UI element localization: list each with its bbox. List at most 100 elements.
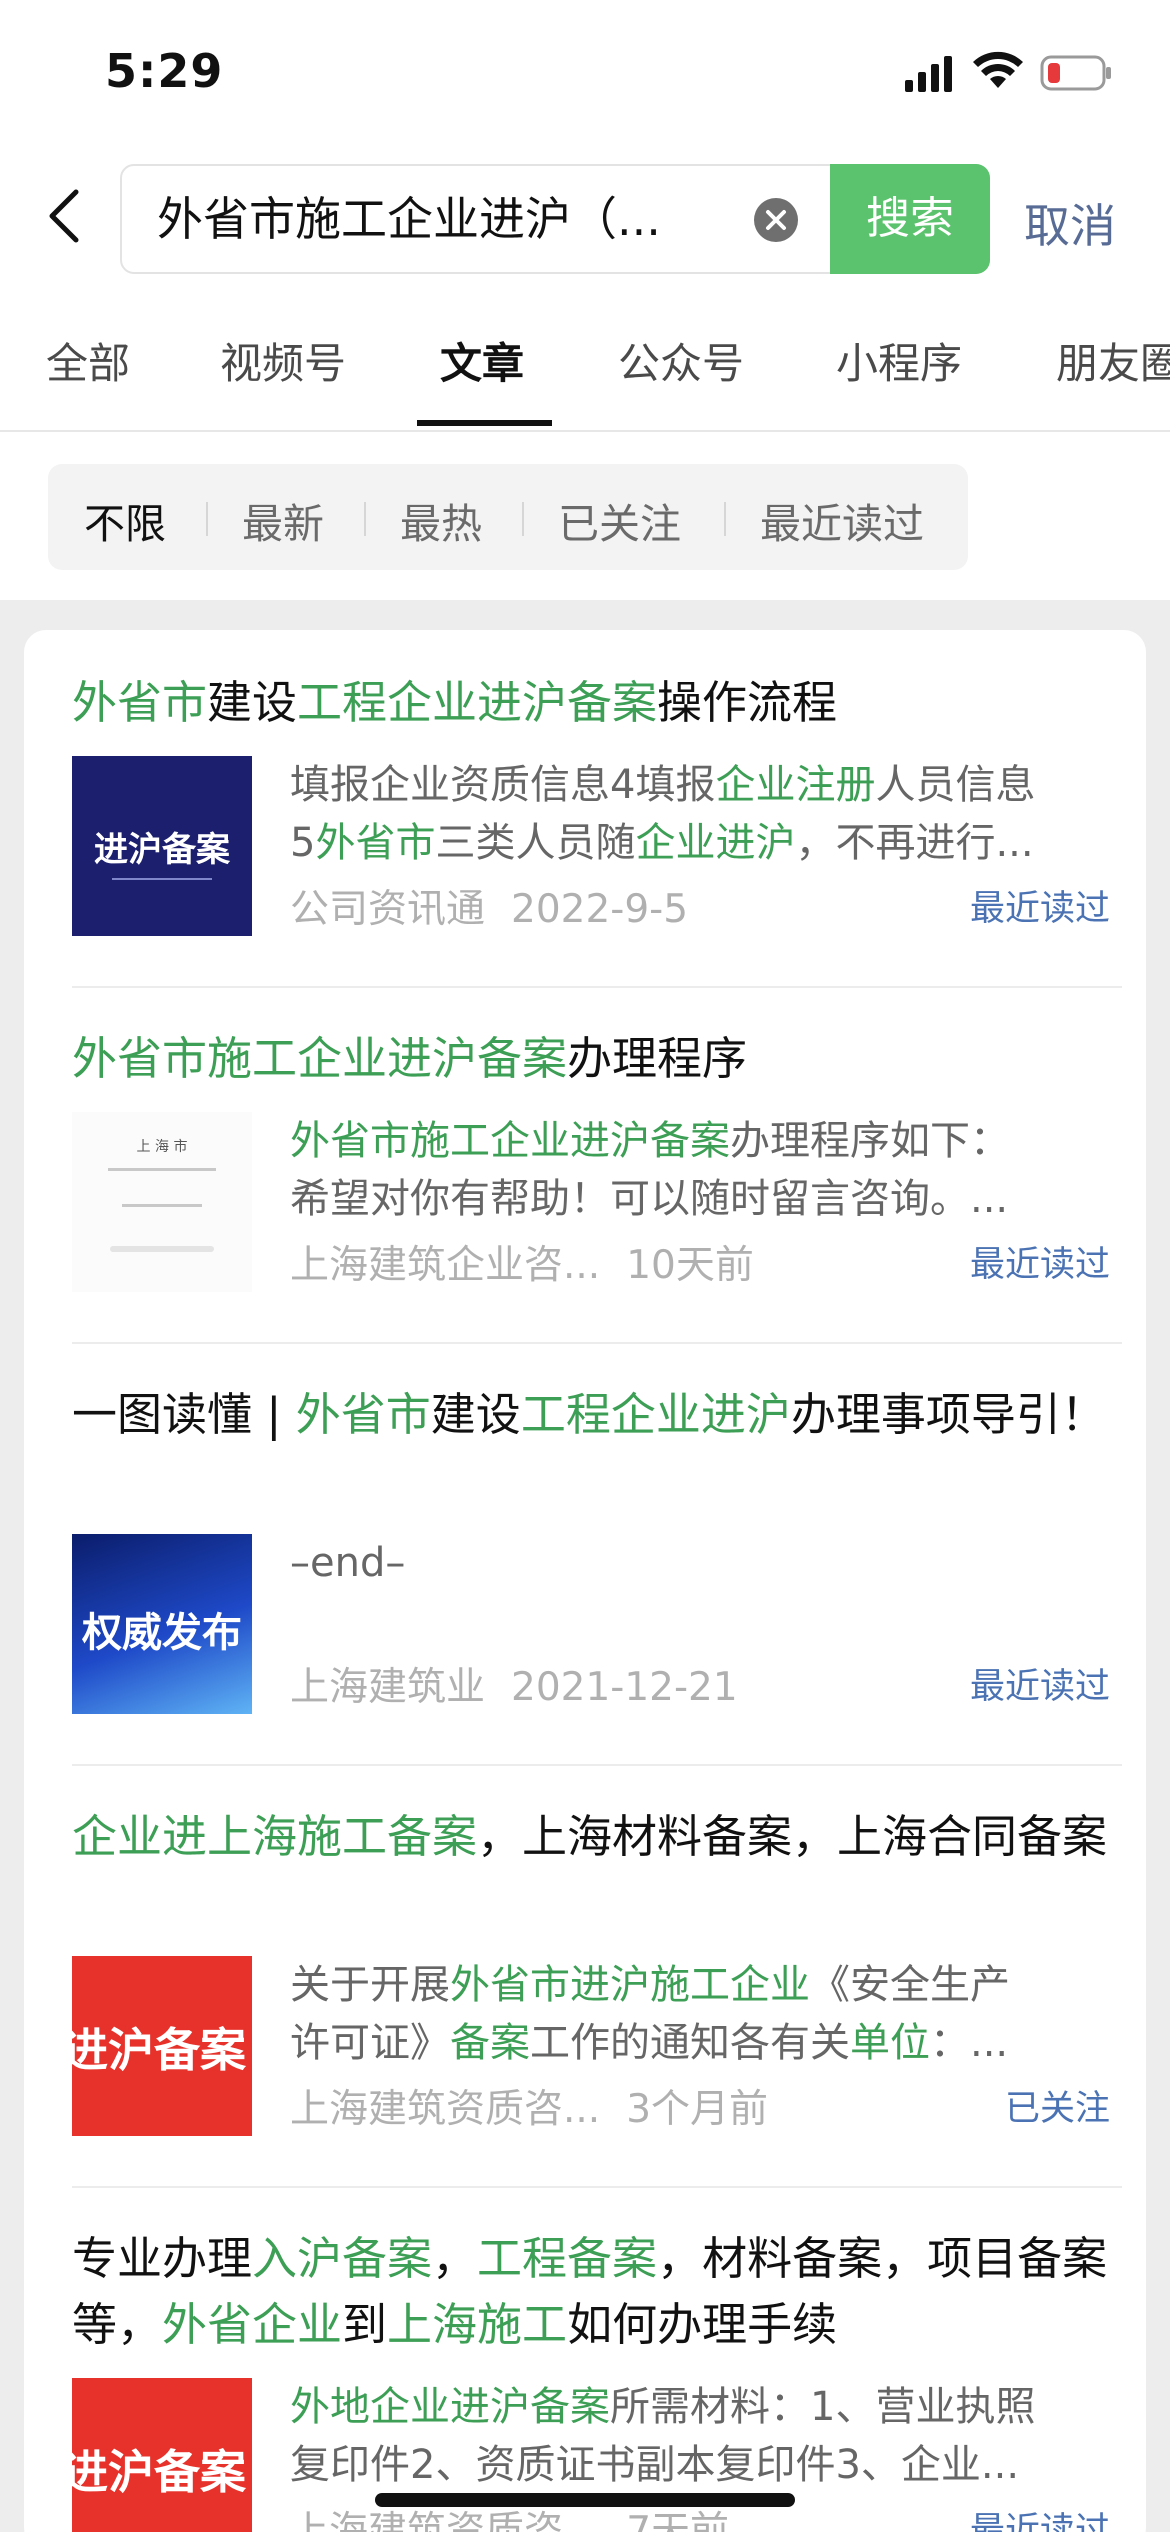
list-item[interactable]: 外省市建设工程企业进沪备案操作流程 进沪备案 填报企业资质信息4填报企业注册人员… xyxy=(72,670,1122,936)
filter-latest[interactable]: 最新 xyxy=(242,490,324,550)
article-date: 2021-12-21 xyxy=(511,1665,738,1710)
highlighted-keyword: 工程企业进沪备案 xyxy=(297,676,658,729)
tab-articles[interactable]: 文章 xyxy=(440,330,524,391)
highlighted-keyword: 企业注册 xyxy=(715,762,876,808)
article-date: 10天前 xyxy=(626,1243,754,1288)
filter-separator xyxy=(206,502,208,536)
article-source[interactable]: 公司资讯通 xyxy=(290,887,485,932)
text-segment: 所需材料：1、营业执照 xyxy=(610,2384,1036,2430)
list-item[interactable]: 企业进上海施工备案，上海材料备案，上海合同备案 进沪备案 关于开展外省市进沪施工… xyxy=(72,1804,1122,2136)
divider xyxy=(72,1764,1122,1766)
tab-all[interactable]: 全部 xyxy=(46,330,130,391)
article-thumbnail: 进沪备案 xyxy=(72,756,252,936)
article-source[interactable]: 上海建筑业 xyxy=(290,1665,485,1710)
tab-channels[interactable]: 视频号 xyxy=(220,330,346,391)
article-thumbnail: 上 海 市 xyxy=(72,1112,252,1292)
article-title[interactable]: 企业进上海施工备案，上海材料备案，上海合同备案 xyxy=(72,1804,1112,1870)
highlighted-keyword: 备案 xyxy=(450,2020,530,2066)
article-title[interactable]: 一图读懂 | 外省市建设工程企业进沪办理事项导引！ xyxy=(72,1382,1112,1448)
text-segment: 办理事项导引！ xyxy=(790,1388,1106,1441)
text-segment: ，上海材料备案，上海合同备案 xyxy=(477,1810,1108,1863)
search-input[interactable]: 外省市施工企业进沪（... xyxy=(157,166,717,272)
filter-separator xyxy=(724,502,726,536)
clear-icon[interactable] xyxy=(754,198,798,242)
recently-read-tag: 最近读过 xyxy=(969,2511,1110,2532)
status-bar: 5:29 xyxy=(0,0,1170,150)
text-segment: 《安全生产 xyxy=(810,1962,1010,2008)
highlighted-keyword: 企业进沪 xyxy=(635,820,796,866)
article-snippet: –end– xyxy=(290,1534,1110,1592)
filter-separator xyxy=(364,502,366,536)
article-title[interactable]: 外省市施工企业进沪备案办理程序 xyxy=(72,1026,1112,1092)
article-meta: 上海建筑企业咨... 10天前 xyxy=(290,1234,754,1290)
recently-read-tag: 最近读过 xyxy=(969,1245,1110,1285)
search-box[interactable]: 外省市施工企业进沪（... 搜索 xyxy=(120,164,990,274)
divider xyxy=(72,2186,1122,2188)
article-date: 2022-9-5 xyxy=(511,887,689,932)
home-indicator xyxy=(375,2493,795,2507)
highlighted-keyword: 工程备案 xyxy=(477,2232,658,2285)
thumbnail-text: 进沪备案 xyxy=(72,2023,246,2077)
highlighted-keyword: 外省市施工企业进沪备案 xyxy=(290,1118,730,1164)
list-item[interactable]: 外省市施工企业进沪备案办理程序 上 海 市 外省市施工企业进沪备案办理程序如下：… xyxy=(72,1026,1122,1292)
filter-recently-read[interactable]: 最近读过 xyxy=(760,490,924,550)
highlighted-keyword: 外省企业 xyxy=(162,2298,343,2351)
tabs-divider xyxy=(0,430,1170,432)
highlighted-keyword: 外省市施工企业进沪备案 xyxy=(72,1032,568,1085)
article-source[interactable]: 上海建筑企业咨... xyxy=(290,1243,600,1288)
text-segment: 许可证》 xyxy=(290,2020,450,2066)
filter-unlimited[interactable]: 不限 xyxy=(84,490,166,550)
recently-read-tag: 最近读过 xyxy=(969,1667,1110,1707)
article-source[interactable]: 上海建筑资质咨... xyxy=(290,2509,600,2532)
text-segment: 人员信息 xyxy=(875,762,1036,808)
filter-following[interactable]: 已关注 xyxy=(558,490,681,550)
article-title[interactable]: 外省市建设工程企业进沪备案操作流程 xyxy=(72,670,1112,736)
article-source[interactable]: 上海建筑资质咨... xyxy=(290,2087,600,2132)
article-thumbnail: 进沪备案 xyxy=(72,1956,252,2136)
filter-bar: 不限 最新 最热 已关注 最近读过 xyxy=(48,464,968,570)
list-item[interactable]: 一图读懂 | 外省市建设工程企业进沪办理事项导引！ 权威发布 –end– 上海建… xyxy=(72,1382,1122,1714)
following-tag: 已关注 xyxy=(1004,2089,1110,2129)
cellular-signal-icon xyxy=(905,56,952,92)
article-thumbnail: 权威发布 xyxy=(72,1534,252,1714)
filter-hottest[interactable]: 最热 xyxy=(400,490,482,550)
active-tab-indicator xyxy=(417,420,552,426)
text-segment: 操作流程 xyxy=(657,676,838,729)
text-segment: 到 xyxy=(342,2298,388,2351)
divider xyxy=(72,1342,1122,1344)
filter-separator xyxy=(522,502,524,536)
search-button[interactable]: 搜索 xyxy=(830,164,990,274)
article-meta: 上海建筑资质咨... 3个月前 xyxy=(290,2078,768,2134)
article-thumbnail: 进沪备案 xyxy=(72,2378,252,2532)
tab-moments[interactable]: 朋友圈 xyxy=(1056,330,1170,391)
text-segment: 复印件2、资质证书副本复印件3、企业... xyxy=(290,2442,1020,2488)
article-date: 3个月前 xyxy=(626,2087,769,2132)
tab-mini-programs[interactable]: 小程序 xyxy=(836,330,962,391)
results-list: 外省市建设工程企业进沪备案操作流程 进沪备案 填报企业资质信息4填报企业注册人员… xyxy=(24,630,1146,2532)
list-item[interactable]: 专业办理入沪备案，工程备案，材料备案，项目备案等，外省企业到上海施工如何办理手续… xyxy=(72,2226,1122,2532)
cancel-button[interactable]: 取消 xyxy=(1024,190,1116,256)
text-segment: 如何办理手续 xyxy=(567,2298,838,2351)
text-segment: 5 xyxy=(290,820,316,866)
highlighted-keyword: 入沪备案 xyxy=(252,2232,433,2285)
category-tabs: 全部 视频号 文章 公众号 小程序 朋友圈 xyxy=(0,320,1170,430)
highlighted-keyword: 外省市 xyxy=(315,820,436,866)
text-segment: ， xyxy=(432,2232,478,2285)
text-segment: 专业办理 xyxy=(72,2232,253,2285)
text-segment: ，不再进行... xyxy=(795,820,1034,866)
thumbnail-text: 权威发布 xyxy=(82,1610,242,1656)
battery-low-icon xyxy=(1040,55,1111,91)
text-segment: 填报企业资质信息4填报 xyxy=(290,762,716,808)
article-date: 7天前 xyxy=(626,2509,730,2532)
thumbnail-text: 进沪备案 xyxy=(94,830,230,870)
highlighted-keyword: 外地企业进沪备案 xyxy=(290,2384,610,2430)
back-arrow-icon[interactable] xyxy=(40,186,90,246)
wifi-icon xyxy=(973,51,1023,88)
article-title[interactable]: 专业办理入沪备案，工程备案，材料备案，项目备案等，外省企业到上海施工如何办理手续 xyxy=(72,2226,1112,2358)
highlighted-keyword: 单位 xyxy=(850,2020,930,2066)
text-segment: ：... xyxy=(930,2020,1009,2066)
text-segment: 办理程序 xyxy=(567,1032,748,1085)
text-segment: 关于开展 xyxy=(290,1962,450,2008)
tab-official-accounts[interactable]: 公众号 xyxy=(618,330,744,391)
recently-read-tag: 最近读过 xyxy=(969,889,1110,929)
